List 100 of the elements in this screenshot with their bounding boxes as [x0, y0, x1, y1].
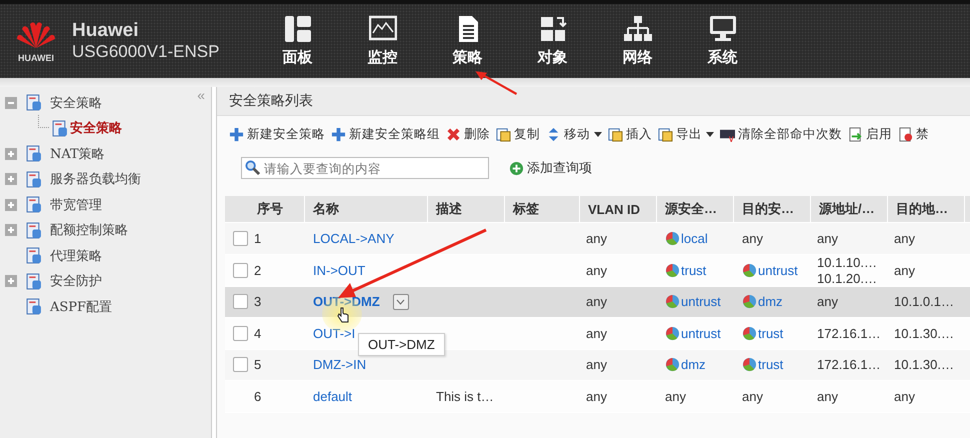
- zone-icon: [742, 326, 757, 341]
- zone-icon: [665, 230, 680, 246]
- column-header[interactable]: 目的安…: [734, 196, 811, 222]
- add-query-button[interactable]: 添加查询项: [503, 158, 598, 178]
- table-cell: any: [586, 357, 607, 372]
- zone-link[interactable]: untrust: [681, 326, 721, 341]
- row-number: 2: [254, 262, 262, 278]
- sidebar-item[interactable]: NAT策略: [50, 144, 105, 163]
- column-header[interactable]: 目的地…: [888, 196, 965, 222]
- column-header[interactable]: 序号: [225, 196, 305, 222]
- nav-tab[interactable]: 对象: [510, 15, 595, 67]
- column-header[interactable]: 源地址/…: [811, 196, 888, 222]
- toolbar-button[interactable]: 清除全部命中次数: [718, 126, 846, 142]
- column-header[interactable]: VLAN ID: [580, 196, 657, 222]
- zone-link[interactable]: trust: [681, 262, 706, 278]
- nav-tab[interactable]: 系统: [680, 15, 765, 67]
- policy-name-link[interactable]: DMZ->IN: [313, 357, 366, 372]
- zone-icon: [742, 262, 757, 278]
- table-cell: any: [665, 388, 686, 404]
- zone-icon: [665, 326, 680, 341]
- row-checkbox[interactable]: [233, 326, 248, 341]
- policy-icon: [25, 222, 42, 239]
- plus-circle-icon: [509, 160, 524, 176]
- expander-icon[interactable]: [5, 96, 17, 109]
- toolbar-button[interactable]: 复制: [494, 126, 544, 142]
- zone-link[interactable]: untrust: [758, 262, 798, 278]
- policy-name-link[interactable]: OUT->DMZ: [313, 294, 380, 310]
- row-number: 4: [254, 326, 262, 341]
- table-cell: 10.1.20.…: [817, 270, 877, 286]
- toolbar-button[interactable]: 启用: [846, 126, 896, 142]
- zone-link[interactable]: dmz: [758, 294, 783, 310]
- column-header[interactable]: 源安全…: [657, 196, 734, 222]
- policy-icon: [25, 196, 42, 214]
- enable-icon: [848, 126, 863, 142]
- nav-tab[interactable]: 面板: [255, 15, 340, 67]
- policy-icon: [25, 272, 42, 290]
- zone-icon: [742, 357, 757, 372]
- column-header[interactable]: 描述: [428, 196, 505, 222]
- zone-link[interactable]: dmz: [681, 357, 706, 372]
- table-cell: any: [586, 262, 607, 278]
- toolbar-button[interactable]: 插入: [606, 126, 656, 142]
- sidebar-item[interactable]: ASPF配置: [50, 298, 112, 316]
- table-cell: any: [894, 262, 915, 278]
- row-number: 6: [254, 388, 262, 404]
- policy-icon: [25, 247, 42, 264]
- toolbar-button[interactable]: 导出: [656, 126, 718, 142]
- policy-name-link[interactable]: OUT->I: [313, 326, 356, 341]
- search-icon: [245, 160, 260, 175]
- table-row[interactable]: 2 IN->OUT any trust untrust 10.1.10.… 10.1.20.… any: [225, 254, 970, 286]
- sidebar-item[interactable]: 代理策略: [50, 246, 102, 265]
- nav-tab[interactable]: 监控: [340, 15, 425, 67]
- table-cell: 10.1.30.…: [894, 357, 954, 372]
- policy-name-link[interactable]: LOCAL->ANY: [313, 230, 394, 246]
- toolbar-button[interactable]: 移动: [544, 126, 606, 142]
- nav-tab[interactable]: 策略: [425, 15, 510, 67]
- table-cell: any: [586, 230, 607, 246]
- sidebar-item[interactable]: 带宽管理: [50, 196, 102, 214]
- zone-link[interactable]: trust: [758, 357, 784, 372]
- dropdown-button[interactable]: [392, 294, 409, 310]
- expander-icon[interactable]: [5, 224, 17, 236]
- tooltip: OUT->DMZ: [358, 333, 445, 356]
- delete-icon: [446, 126, 461, 142]
- document-icon: [608, 126, 623, 142]
- toolbar-button[interactable]: 删除: [444, 126, 494, 142]
- row-number: 1: [254, 230, 262, 246]
- sidebar-item[interactable]: 安全策略: [70, 119, 122, 138]
- zone-link[interactable]: untrust: [681, 294, 721, 310]
- table-row[interactable]: 5 DMZ->IN any dmz trust 172.16.1… 10.1.30.…: [225, 350, 970, 381]
- row-checkbox[interactable]: [233, 357, 248, 372]
- zone-link[interactable]: local: [681, 230, 708, 246]
- sidebar-item[interactable]: 配额控制策略: [50, 221, 128, 240]
- row-checkbox[interactable]: [233, 262, 248, 278]
- table-row[interactable]: 1 LOCAL->ANY any local any any any: [225, 223, 970, 254]
- policy-name-link[interactable]: default: [313, 388, 352, 404]
- row-number: 3: [254, 294, 262, 310]
- sidebar-item[interactable]: 服务器负载均衡: [50, 170, 141, 188]
- toolbar-button[interactable]: 禁: [896, 126, 933, 142]
- zone-icon: [665, 294, 680, 310]
- sidebar-item[interactable]: 安全防护: [50, 272, 102, 290]
- zone-link[interactable]: trust: [758, 326, 784, 341]
- expander-icon[interactable]: [5, 198, 17, 211]
- toolbar-button[interactable]: 新建安全策略: [227, 126, 329, 142]
- policy-name-link[interactable]: IN->OUT: [313, 262, 366, 278]
- zone-icon: [742, 294, 757, 310]
- table-cell: any: [817, 230, 838, 246]
- toolbar-button[interactable]: 新建安全策略组: [329, 126, 444, 142]
- search-field[interactable]: 请输入要查询的内容: [241, 157, 489, 179]
- row-checkbox[interactable]: [233, 230, 248, 246]
- row-checkbox[interactable]: [233, 294, 248, 310]
- column-header[interactable]: 名称: [305, 196, 428, 222]
- disable-icon: [898, 126, 913, 142]
- table-row[interactable]: 3 OUT->DMZ any untrust dmz any 10.1.0.1…: [225, 286, 970, 318]
- expander-icon[interactable]: [5, 275, 17, 288]
- table-cell: 172.16.1…: [817, 326, 881, 341]
- nav-tab[interactable]: 网络: [595, 15, 680, 67]
- column-header[interactable]: 标签: [505, 196, 580, 222]
- policy-icon: [25, 170, 42, 188]
- expander-icon[interactable]: [5, 173, 17, 186]
- expander-icon[interactable]: [5, 148, 17, 160]
- sidebar-item[interactable]: 安全策略: [50, 94, 102, 112]
